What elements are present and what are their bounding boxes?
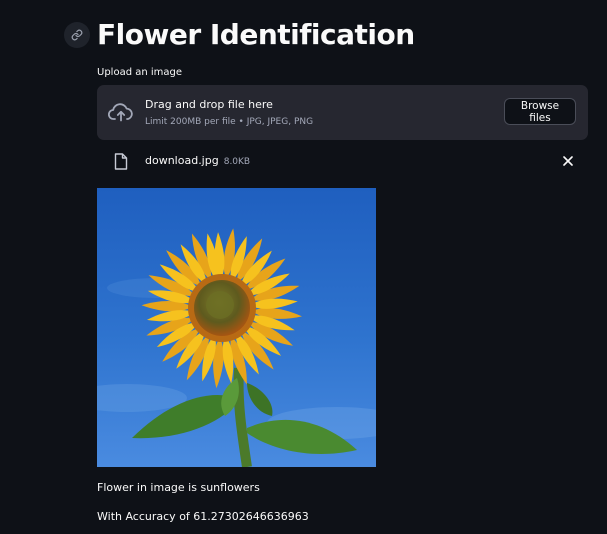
cloud-upload-icon bbox=[108, 103, 133, 122]
remove-file-button[interactable] bbox=[560, 153, 576, 169]
file-icon bbox=[114, 153, 128, 170]
link-icon bbox=[71, 29, 83, 41]
file-dropzone[interactable]: Drag and drop file here Limit 200MB per … bbox=[97, 85, 588, 140]
accuracy-text: With Accuracy of 61.27302646636963 bbox=[97, 510, 309, 523]
uploaded-file-row: download.jpg 8.0KB bbox=[97, 150, 588, 174]
file-size: 8.0KB bbox=[223, 157, 251, 167]
upload-label: Upload an image bbox=[97, 67, 183, 78]
dropzone-limit-text: Limit 200MB per file • JPG, JPEG, PNG bbox=[145, 117, 314, 127]
app-page: Flower Identification Upload an image Dr… bbox=[0, 0, 607, 534]
browse-files-button[interactable]: Browse files bbox=[504, 98, 576, 125]
prediction-text: Flower in image is sunflowers bbox=[97, 481, 260, 494]
page-title: Flower Identification bbox=[97, 18, 415, 51]
close-icon bbox=[563, 156, 573, 166]
header-anchor-link[interactable] bbox=[64, 22, 90, 48]
uploaded-flower-image bbox=[97, 188, 376, 467]
file-name-group: download.jpg 8.0KB bbox=[145, 154, 250, 169]
dropzone-title: Drag and drop file here bbox=[145, 98, 273, 111]
file-name: download.jpg bbox=[145, 154, 219, 167]
